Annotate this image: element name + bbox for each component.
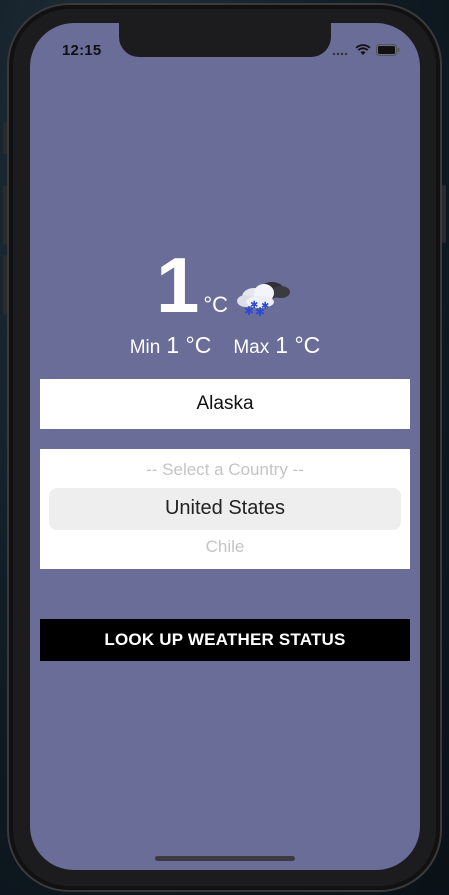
app-screen: 12:15 1 °C ✱ ✱ ✱ ✱ Min 1 °C Max 1 °C Ala… xyxy=(30,23,420,870)
volume-up-button xyxy=(3,185,7,245)
temperature-unit: °C xyxy=(203,292,229,317)
status-icons xyxy=(332,43,400,61)
notch xyxy=(119,23,331,57)
picker-option[interactable]: Chile xyxy=(40,537,410,557)
status-time: 12:15 xyxy=(62,42,102,59)
home-indicator xyxy=(155,856,295,861)
temperature-value: 1 xyxy=(155,241,200,329)
temperature-row: 1 °C ✱ ✱ ✱ ✱ xyxy=(30,246,420,324)
picker-option[interactable]: -- Select a Country -- xyxy=(40,460,410,480)
svg-text:✱: ✱ xyxy=(250,300,258,311)
mute-switch xyxy=(3,122,7,154)
city-field[interactable]: Alaska xyxy=(40,379,410,429)
battery-icon xyxy=(376,43,400,61)
max-value: 1 °C xyxy=(275,332,321,358)
country-picker[interactable]: -- Select a Country -- United States Chi… xyxy=(40,449,410,569)
power-button xyxy=(442,185,446,243)
max-label: Max xyxy=(233,337,270,358)
volume-down-button xyxy=(3,255,7,315)
min-max-row: Min 1 °C Max 1 °C xyxy=(30,332,420,359)
signal-icon xyxy=(332,43,350,61)
wifi-icon xyxy=(355,43,371,61)
min-label: Min xyxy=(129,337,161,358)
picker-option-selected[interactable]: United States xyxy=(40,497,410,520)
svg-text:✱: ✱ xyxy=(261,301,269,312)
min-value: 1 °C xyxy=(166,332,212,358)
look-up-weather-button[interactable]: LOOK UP WEATHER STATUS xyxy=(40,619,410,661)
snow-cloud-icon: ✱ ✱ ✱ ✱ xyxy=(234,275,294,322)
